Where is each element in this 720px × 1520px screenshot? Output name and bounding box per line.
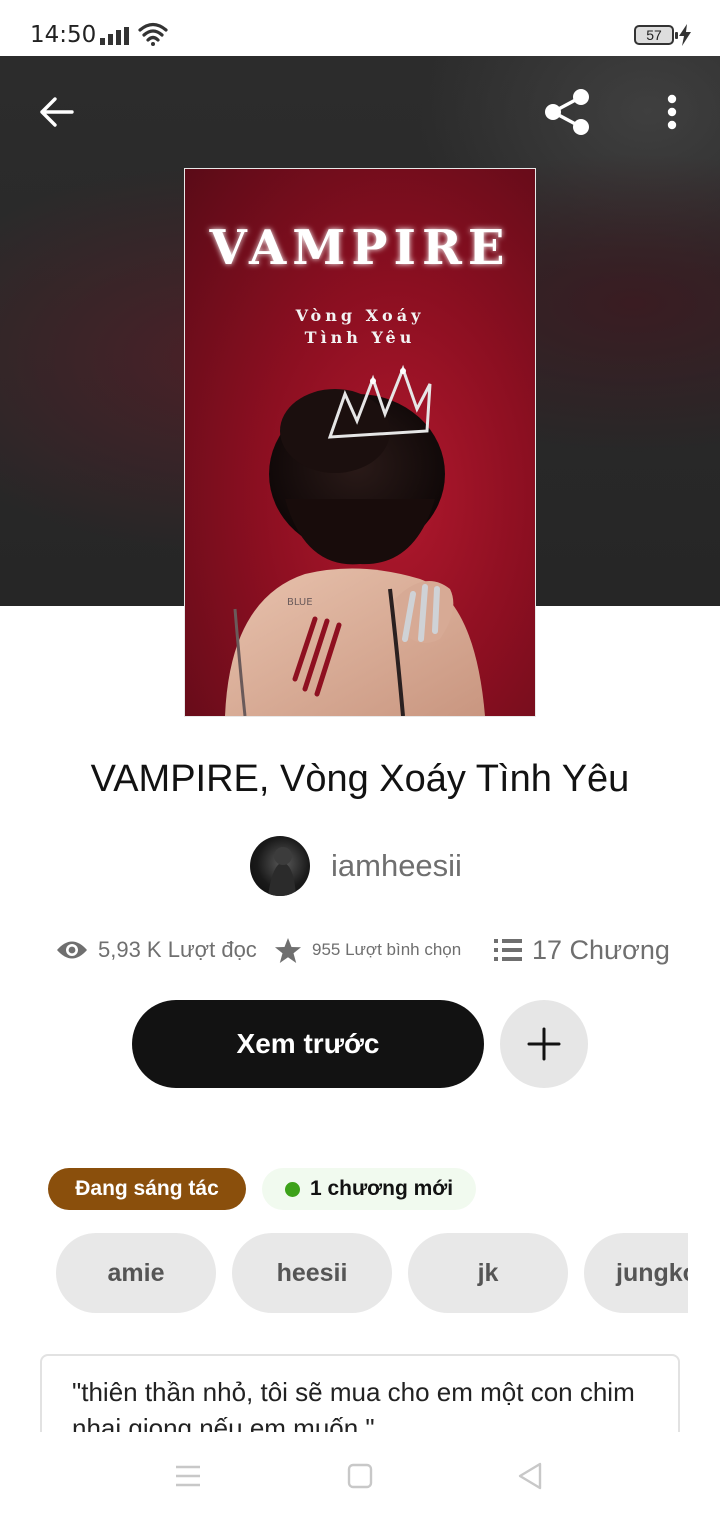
- votes-stat: 955 Lượt bình chọn: [274, 928, 461, 972]
- tag-chip[interactable]: heesii: [232, 1233, 392, 1313]
- list-icon: [494, 939, 522, 961]
- tag-chip[interactable]: jungko: [584, 1233, 688, 1313]
- signal-icon: [100, 27, 129, 45]
- menu-icon: [176, 1465, 200, 1487]
- cover-subtitle-line1: Vòng Xoáy: [295, 306, 425, 325]
- new-chapters-badge: 1 chương mới: [262, 1168, 476, 1210]
- chapters-stat[interactable]: 17 Chương: [494, 928, 670, 972]
- book-cover[interactable]: BLUE VAMPIRE Vòng Xoáy Tình Yêu: [184, 168, 536, 717]
- author-avatar: [250, 836, 310, 896]
- triangle-back-icon: [518, 1462, 542, 1490]
- cover-artwork: BLUE VAMPIRE Vòng Xoáy Tình Yêu: [209, 220, 511, 716]
- more-vertical-icon: [667, 94, 677, 130]
- battery-indicator: 57: [634, 25, 678, 45]
- votes-count: 955 Lượt bình chọn: [312, 940, 462, 959]
- nav-home-button[interactable]: [340, 1460, 380, 1492]
- plus-icon: [527, 1027, 561, 1061]
- new-chapters-label: 1 chương mới: [309, 1177, 454, 1200]
- author-name: iamheesii: [331, 848, 462, 883]
- share-button[interactable]: [541, 86, 593, 138]
- wifi-icon: [138, 22, 168, 46]
- reads-stat: 5,93 K Lượt đọc: [56, 928, 257, 972]
- status-time: 14:50: [30, 22, 97, 48]
- status-bar: 14:50 57: [0, 0, 720, 56]
- add-to-library-button[interactable]: [500, 1000, 588, 1088]
- tag-chip[interactable]: amie: [56, 1233, 216, 1313]
- star-icon: [275, 937, 301, 963]
- chapters-count: 17 Chương: [532, 934, 670, 965]
- story-detail-screen: 14:50 57 BLUE VAMPIRE Vòng Xoáy Tình Yêu…: [0, 0, 720, 1520]
- cover-subtitle-line2: Tình Yêu: [305, 328, 416, 347]
- preview-button[interactable]: Xem trước: [132, 1000, 484, 1088]
- arrow-left-icon: [40, 97, 74, 127]
- cover-tattoo: BLUE: [287, 597, 313, 608]
- more-options-button[interactable]: [646, 86, 698, 138]
- status-badge: Đang sáng tác: [48, 1168, 246, 1210]
- author-link[interactable]: iamheesii: [250, 836, 462, 896]
- book-title: VAMPIRE, Vòng Xoáy Tình Yêu: [90, 758, 630, 800]
- new-indicator-dot: [284, 1181, 300, 1197]
- reads-count: 5,93 K Lượt đọc: [98, 937, 257, 962]
- tag-list: amie heesii jk jungko: [56, 1233, 688, 1313]
- cover-title: VAMPIRE: [209, 220, 511, 276]
- charging-icon: [679, 24, 691, 46]
- home-square-icon: [347, 1463, 373, 1489]
- tag-chip[interactable]: jk: [408, 1233, 568, 1313]
- eye-icon: [57, 941, 87, 959]
- system-nav-bar: [0, 1432, 720, 1520]
- story-stats: 5,93 K Lượt đọc 955 Lượt bình chọn 17 Ch…: [56, 928, 676, 972]
- nav-menu-button[interactable]: [168, 1460, 208, 1492]
- nav-back-button[interactable]: [510, 1460, 550, 1492]
- share-icon: [545, 89, 589, 135]
- back-button[interactable]: [30, 86, 82, 138]
